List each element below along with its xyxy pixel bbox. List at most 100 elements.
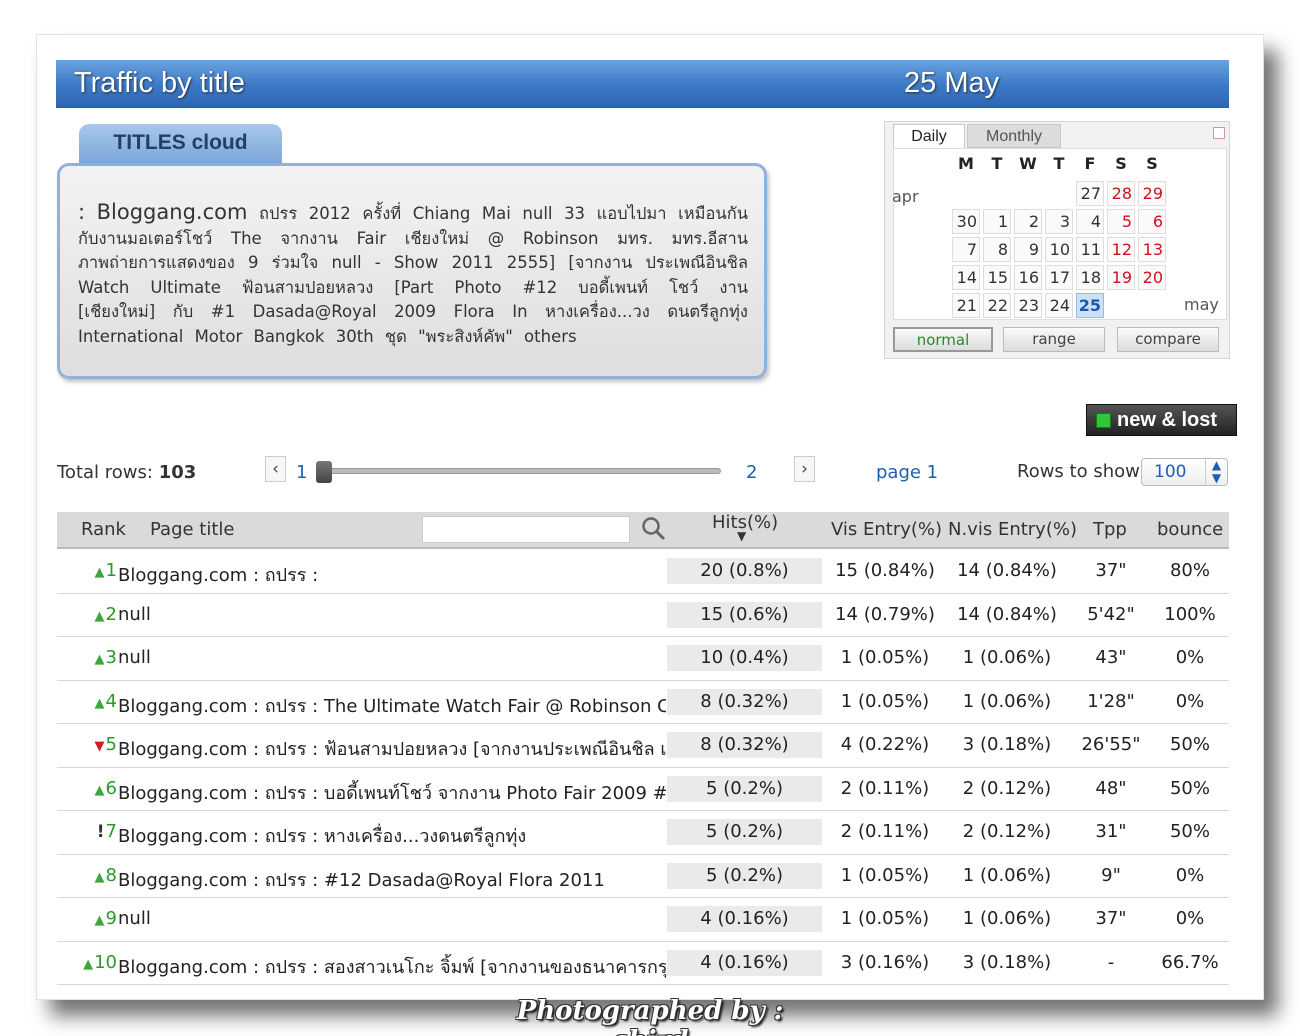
cloud-word[interactable]: โชว์: [669, 278, 698, 297]
cloud-word[interactable]: Mai: [482, 204, 511, 223]
calendar-day[interactable]: 4: [1076, 209, 1104, 234]
table-row[interactable]: ▲2 null 15 (0.6%) 14 (0.79%) 14 (0.84%) 5'42"…: [57, 594, 1229, 637]
cloud-word[interactable]: Watch: [78, 278, 129, 297]
cloud-word[interactable]: Robinson: [523, 229, 598, 248]
cloud-word[interactable]: [เชียงใหม่]: [78, 302, 155, 321]
calendar-day[interactable]: 6: [1138, 209, 1166, 234]
prev-page-button[interactable]: ‹: [265, 456, 286, 482]
cloud-word[interactable]: 9: [248, 253, 259, 272]
calendar-day[interactable]: 7: [952, 237, 980, 262]
calendar-day[interactable]: 9: [1014, 237, 1042, 262]
cloud-word[interactable]: The: [231, 229, 262, 248]
page-title-cell[interactable]: null: [118, 604, 666, 625]
cloud-word[interactable]: แอบไปมา: [597, 204, 667, 223]
calendar-day[interactable]: 25: [1076, 293, 1104, 318]
page-title-cell[interactable]: null: [118, 908, 666, 929]
new-lost-button[interactable]: new & lost: [1086, 404, 1237, 436]
cloud-word[interactable]: 2012: [309, 204, 351, 223]
cloud-word[interactable]: เชียงใหม่: [405, 229, 469, 248]
tab-monthly[interactable]: Monthly: [967, 124, 1061, 148]
cloud-word[interactable]: 30th: [336, 327, 374, 346]
table-row[interactable]: ▲6 Bloggang.com : ถปรร : บอดี้เพนท์โชว์ จ…: [57, 768, 1229, 811]
first-page-link[interactable]: 1: [296, 462, 307, 483]
calendar-day[interactable]: 27: [1076, 181, 1104, 206]
tab-daily[interactable]: Daily: [893, 124, 965, 148]
cloud-word[interactable]: บอดี้เพนท์: [578, 278, 648, 297]
calendar-day[interactable]: 18: [1076, 265, 1104, 290]
cloud-word[interactable]: @: [488, 229, 505, 248]
calendar-day[interactable]: 24: [1045, 293, 1073, 318]
column-bounce[interactable]: bounce: [1157, 519, 1223, 540]
page-title-cell[interactable]: Bloggang.com : ถปรร : The Ultimate Watch…: [118, 691, 666, 720]
calendar-day[interactable]: 22: [983, 293, 1011, 318]
cloud-word[interactable]: ภาพถ่ายการแสดงของ: [78, 253, 235, 272]
page-title-cell[interactable]: Bloggang.com : ถปรร : หางเครื่อง...วงดนต…: [118, 821, 666, 850]
cloud-word[interactable]: #12: [522, 278, 557, 297]
calendar-day[interactable]: 5: [1107, 209, 1135, 234]
table-row[interactable]: ▲4 Bloggang.com : ถปรร : The Ultimate Wat…: [57, 681, 1229, 724]
column-rank[interactable]: Rank: [81, 519, 126, 540]
calendar-day[interactable]: 15: [983, 265, 1011, 290]
table-row[interactable]: ▲1 Bloggang.com : ถปรร :20 (0.8%) 15 (0.84…: [57, 550, 1229, 594]
cloud-word[interactable]: null: [522, 204, 552, 223]
calendar-day[interactable]: 3: [1045, 209, 1073, 234]
cloud-word[interactable]: ครั้งที่: [362, 204, 401, 223]
table-row[interactable]: ▲8 Bloggang.com : ถปรร : #12 Dasada@Royal…: [57, 855, 1229, 898]
table-row[interactable]: ▲10 Bloggang.com : ถปรร : สองสาวเนโกะ จิ้…: [57, 942, 1229, 985]
column-vis-entry[interactable]: Vis Entry(%): [831, 519, 942, 540]
cloud-word[interactable]: -: [375, 253, 381, 272]
normal-button[interactable]: normal: [893, 327, 993, 352]
cloud-word[interactable]: กับ: [173, 302, 193, 321]
calendar-day[interactable]: 19: [1107, 265, 1135, 290]
cloud-word[interactable]: [จากงาน: [568, 253, 632, 272]
cloud-word[interactable]: 2011: [452, 253, 494, 272]
cloud-word[interactable]: Photo: [454, 278, 501, 297]
calendar-day[interactable]: 14: [952, 265, 980, 290]
cloud-word[interactable]: ดนตรีลูกทุ่ง: [667, 302, 748, 321]
last-page-link[interactable]: 2: [746, 462, 757, 483]
calendar-day[interactable]: 8: [983, 237, 1011, 262]
page-title-cell[interactable]: Bloggang.com : ถปรร : #12 Dasada@Royal F…: [118, 865, 666, 894]
page-title-cell[interactable]: Bloggang.com : ถปรร : บอดี้เพนท์โชว์ จาก…: [118, 778, 666, 807]
cloud-word[interactable]: 2009: [394, 302, 436, 321]
cloud-word[interactable]: จากงาน: [280, 229, 338, 248]
cloud-word[interactable]: ประเพณีอินชิล: [645, 253, 748, 272]
cloud-word[interactable]: :: [78, 200, 85, 224]
cloud-word[interactable]: [Part: [394, 278, 433, 297]
cloud-word[interactable]: หางเครื่อง...วง: [545, 302, 650, 321]
calendar-day[interactable]: 13: [1138, 237, 1166, 262]
cloud-word[interactable]: Show: [394, 253, 439, 272]
next-page-button[interactable]: ›: [794, 456, 815, 482]
table-row[interactable]: !7 Bloggang.com : ถปรร : หางเครื่อง...วงด…: [57, 811, 1229, 855]
cloud-word[interactable]: "พระสิงห์คัพ": [418, 327, 513, 346]
cloud-word[interactable]: กับงานมอเตอร์โชว์: [78, 229, 212, 248]
page-slider-handle[interactable]: [316, 461, 332, 483]
cloud-word[interactable]: Bloggang.com: [97, 200, 248, 224]
prev-month-label[interactable]: apr: [892, 187, 919, 206]
calendar-day[interactable]: 10: [1045, 237, 1073, 262]
cloud-word[interactable]: Fair: [357, 229, 386, 248]
cloud-word[interactable]: 2555]: [507, 253, 555, 272]
calendar-options-icon[interactable]: [1213, 127, 1225, 139]
cloud-word[interactable]: มทร.: [617, 229, 653, 248]
page-title-cell[interactable]: Bloggang.com : ถปรร :: [118, 560, 666, 589]
page-slider-track[interactable]: [317, 468, 721, 474]
cloud-word[interactable]: others: [524, 327, 577, 346]
cloud-word[interactable]: ฟ้อนสามปอยหลวง: [242, 278, 373, 297]
table-row[interactable]: ▲9 null 4 (0.16%) 1 (0.05%) 1 (0.06%) 37" 0%: [57, 898, 1229, 942]
calendar-day[interactable]: 28: [1107, 181, 1135, 206]
calendar-day[interactable]: 2: [1014, 209, 1042, 234]
page-title-cell[interactable]: Bloggang.com : ถปรร : สองสาวเนโกะ จิ้มพ์…: [118, 952, 666, 981]
calendar-day[interactable]: 12: [1107, 237, 1135, 262]
cloud-word[interactable]: Bangkok: [254, 327, 325, 346]
calendar-day[interactable]: 29: [1138, 181, 1166, 206]
cloud-word[interactable]: มทร.อีสาน: [672, 229, 748, 248]
cloud-word[interactable]: Flora: [454, 302, 495, 321]
calendar-day[interactable]: 30: [952, 209, 980, 234]
cloud-word[interactable]: เหมือนกัน: [678, 204, 748, 223]
cloud-word[interactable]: Chiang: [413, 204, 471, 223]
calendar-day[interactable]: 1: [983, 209, 1011, 234]
compare-button[interactable]: compare: [1117, 327, 1219, 352]
cloud-word[interactable]: Motor: [195, 327, 243, 346]
title-search-input[interactable]: [422, 516, 630, 543]
